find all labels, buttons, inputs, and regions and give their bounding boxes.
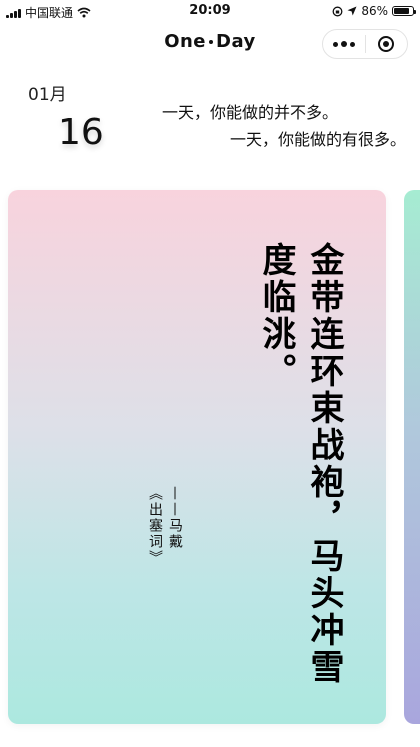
quote-card[interactable]: 金带连环束战袍，马头冲雪 度临洮。 ——马戴 《出塞词》 xyxy=(8,190,386,724)
status-right: 86% xyxy=(332,4,416,18)
mini-program-capsule xyxy=(322,29,408,59)
day-number: 16 xyxy=(58,112,104,153)
title-dot-icon xyxy=(209,40,214,44)
battery-fill xyxy=(394,8,410,14)
next-quote-card[interactable] xyxy=(404,190,420,724)
close-target-icon xyxy=(378,36,395,52)
battery-label: 86% xyxy=(361,4,388,18)
more-icon xyxy=(332,41,355,47)
poem-column-1: 金带连环束战袍，马头冲雪 xyxy=(304,242,344,686)
rotation-lock-icon xyxy=(332,6,343,16)
poem-author: ——马戴 xyxy=(167,486,183,550)
battery-icon xyxy=(392,6,416,16)
close-button[interactable] xyxy=(366,30,408,58)
tagline-line-1: 一天，你能做的并不多。 xyxy=(162,103,339,122)
poem-source: 《出塞词》 xyxy=(147,486,163,566)
month-label: 01月 xyxy=(28,85,67,105)
tagline-line-2: 一天，你能做的有很多。 xyxy=(230,130,407,149)
nav-bar: One Day xyxy=(0,22,420,62)
poem-column-2: 度临洮。 xyxy=(256,242,296,390)
status-bar: 中国联通 20:09 86% xyxy=(0,0,420,22)
poem-text: 金带连环束战袍，马头冲雪 度临洮。 xyxy=(252,242,348,702)
more-button[interactable] xyxy=(323,30,365,58)
app-title-left: One xyxy=(164,31,207,52)
app-title-right: Day xyxy=(216,31,256,52)
poem-attribution: ——马戴 《出塞词》 xyxy=(145,486,185,646)
location-arrow-icon xyxy=(347,6,357,16)
